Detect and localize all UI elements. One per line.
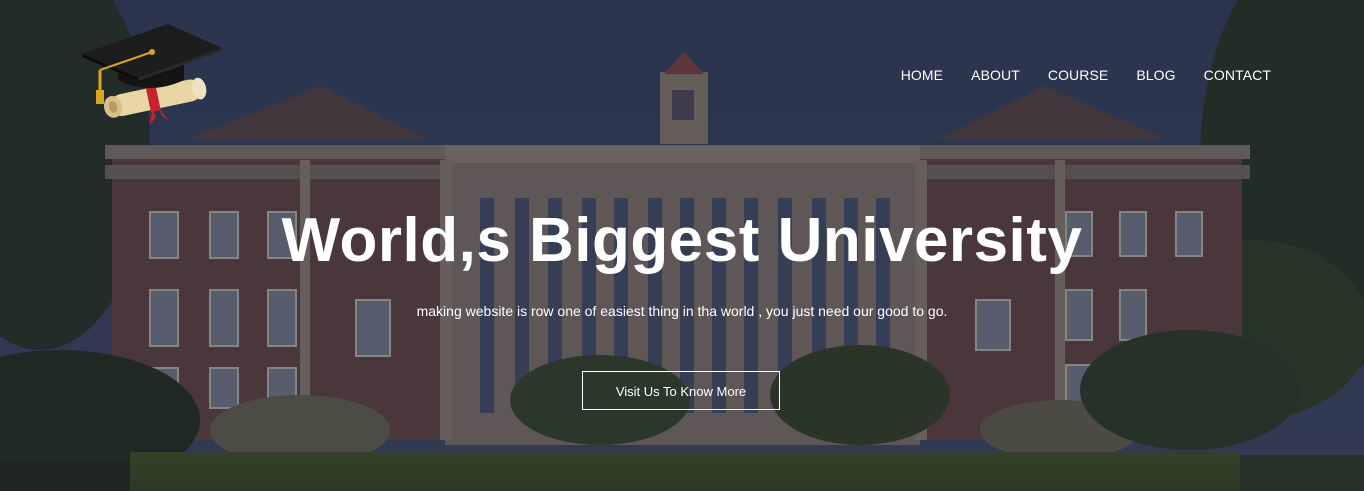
visit-us-button[interactable]: Visit Us To Know More [582, 371, 780, 410]
graduation-cap-diploma-icon [82, 24, 222, 125]
hero-subtitle: making website is row one of easiest thi… [416, 303, 948, 319]
hero-section: HOME ABOUT COURSE BLOG CONTACT World,s B… [0, 0, 1364, 491]
nav-item-about[interactable]: ABOUT [971, 66, 1020, 84]
logo[interactable] [80, 20, 225, 125]
main-nav: HOME ABOUT COURSE BLOG CONTACT [901, 66, 1271, 84]
nav-item-blog[interactable]: BLOG [1136, 66, 1175, 84]
nav-item-home[interactable]: HOME [901, 66, 943, 84]
hero-title: World,s Biggest University [281, 206, 1083, 275]
nav-item-contact[interactable]: CONTACT [1204, 66, 1271, 84]
nav-item-course[interactable]: COURSE [1048, 66, 1109, 84]
